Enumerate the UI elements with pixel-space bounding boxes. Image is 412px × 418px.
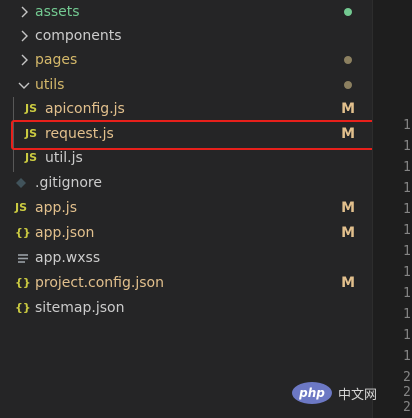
line-number: 1 [403,118,411,133]
tree-item-label: project.config.json [35,275,164,291]
javascript-file-icon: JS [15,201,28,214]
tree-item-sitemap-json[interactable]: {} sitemap.json [0,296,372,320]
line-number: 1 [403,349,411,364]
line-number: 1 [403,286,411,301]
tree-item-app-js[interactable]: JS app.js M [0,196,372,220]
chevron-down-icon [17,78,31,92]
line-number: 1 [403,181,411,196]
tree-item-label: pages [35,52,78,68]
tree-item-label: app.json [35,225,95,241]
tree-item-label: apiconfig.js [45,101,125,117]
tree-item-utils[interactable]: utils [0,73,372,97]
watermark: php 中文网 [292,376,377,410]
tree-item-label: sitemap.json [35,300,125,316]
line-number: 1 [403,139,411,154]
status-dot [344,81,352,89]
tree-item-apiconfig-js[interactable]: JS apiconfig.js M [0,97,372,121]
line-number: 1 [403,160,411,175]
line-number: 1 [403,244,411,259]
tree-item-label: app.js [35,200,77,216]
line-number: 2 [403,385,411,400]
line-number: 2 [403,400,411,415]
tree-item-label: .gitignore [35,175,102,191]
javascript-file-icon: JS [25,151,38,164]
git-diamond-icon [14,176,28,190]
tree-item-pages[interactable]: pages [0,48,372,72]
json-file-icon: {} [15,226,31,239]
line-number: 1 [403,202,411,217]
json-file-icon: {} [15,301,31,314]
line-number: 1 [403,307,411,322]
json-file-icon: {} [15,276,31,289]
chevron-right-icon [17,53,31,67]
tree-item-app-wxss[interactable]: app.wxss [0,246,372,270]
tree-item-project-config-json[interactable]: {} project.config.json M [0,271,372,295]
editor-gutter: 1 1 1 1 1 1 1 1 1 1 1 1 2 2 2 [372,0,412,418]
chevron-right-icon [17,5,31,19]
tree-item-components[interactable]: components [0,24,372,48]
tree-item-label: assets [35,4,80,20]
chevron-right-icon [17,29,31,43]
modified-badge: M [341,275,355,291]
menu-lines-icon [16,251,30,265]
status-dot [344,56,352,64]
tree-item-label: components [35,28,122,44]
line-number: 1 [403,223,411,238]
modified-badge: M [341,225,355,241]
watermark-text: 中文网 [338,387,378,403]
line-number: 2 [403,370,411,385]
tree-item-label: util.js [45,150,83,166]
tree-item-util-js[interactable]: JS util.js [0,146,372,170]
modified-badge: M [341,200,355,216]
line-number: 1 [403,265,411,280]
tree-item-label: app.wxss [35,250,101,266]
modified-badge: M [341,101,355,117]
tree-item-gitignore[interactable]: .gitignore [0,171,372,195]
file-explorer: assets components pages utils JS apiconf… [0,0,383,418]
tree-item-label: utils [35,77,65,93]
php-logo: php [292,382,332,404]
tree-item-assets[interactable]: assets [0,0,372,24]
status-dot [344,8,352,16]
tree-item-app-json[interactable]: {} app.json M [0,221,372,245]
javascript-file-icon: JS [25,102,38,115]
line-number: 1 [403,328,411,343]
